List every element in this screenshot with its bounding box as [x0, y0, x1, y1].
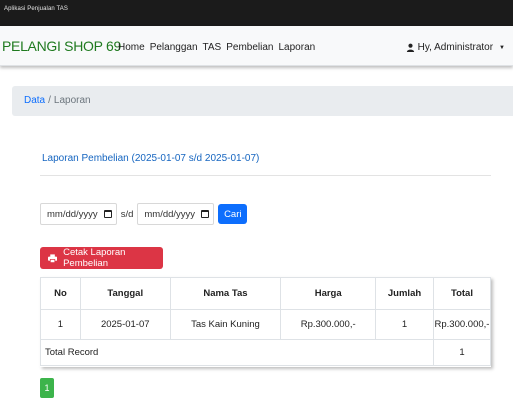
cell-jumlah: 1	[375, 309, 434, 340]
date-filter: mm/dd/yyyy s/d mm/dd/yyyy Cari	[40, 203, 248, 225]
date-range-separator: s/d	[120, 208, 134, 220]
report-title: Laporan Pembelian (2025-01-07 s/d 2025-0…	[42, 153, 260, 164]
navbar: PELANGI SHOP 69 Home Pelanggan TAS Pembe…	[0, 26, 513, 66]
search-button[interactable]: Cari	[218, 204, 248, 224]
print-report-button[interactable]: Cetak Laporan Pembelian	[40, 247, 163, 269]
header-tanggal: Tanggal	[79, 277, 171, 310]
breadcrumb-separator: /	[48, 95, 51, 106]
cell-nama-tas: Tas Kain Kuning	[169, 309, 282, 340]
pagination-page-1[interactable]: 1	[40, 378, 54, 398]
nav-item-tas[interactable]: TAS	[203, 42, 222, 53]
end-date-input[interactable]: mm/dd/yyyy	[137, 203, 215, 225]
breadcrumb-link-data[interactable]: Data	[24, 95, 45, 106]
start-date-placeholder: mm/dd/yyyy	[47, 208, 98, 220]
caret-down-icon: ▼	[499, 44, 505, 51]
header-total: Total	[432, 277, 492, 310]
table-total-row: Total Record 1	[40, 339, 492, 366]
breadcrumb-current: Laporan	[53, 95, 91, 106]
cell-no: 1	[40, 309, 81, 340]
nav-menu: Home Pelanggan TAS Pembelian Laporan	[118, 42, 315, 53]
nav-item-pembelian[interactable]: Pembelian	[226, 42, 273, 53]
window-title: Aplikasi Penjualan TAS	[4, 6, 69, 12]
table-row: 1 2025-01-07 Tas Kain Kuning Rp.300.000,…	[40, 309, 492, 340]
calendar-icon[interactable]	[103, 210, 112, 218]
header-jumlah: Jumlah	[375, 277, 434, 310]
cell-total: Rp.300.000,-	[432, 309, 492, 340]
user-menu[interactable]: Hy, Administrator ▼	[406, 42, 505, 53]
nav-item-laporan[interactable]: Laporan	[279, 42, 316, 53]
user-icon	[406, 43, 414, 52]
cell-tanggal: 2025-01-07	[79, 309, 171, 340]
header-no: No	[40, 277, 81, 310]
total-record-value: 1	[432, 339, 492, 366]
print-report-label: Cetak Laporan Pembelian	[63, 247, 126, 269]
user-name: Hy, Administrator	[417, 42, 494, 53]
header-nama-tas: Nama Tas	[169, 277, 282, 310]
start-date-input[interactable]: mm/dd/yyyy	[40, 203, 117, 225]
nav-item-pelanggan[interactable]: Pelanggan	[150, 42, 198, 53]
window-titlebar: Aplikasi Penjualan TAS	[0, 0, 513, 26]
divider	[40, 175, 491, 176]
end-date-placeholder: mm/dd/yyyy	[144, 208, 196, 220]
print-icon	[48, 253, 58, 263]
table-header-row: No Tanggal Nama Tas Harga Jumlah Total	[40, 277, 492, 310]
nav-item-home[interactable]: Home	[118, 42, 145, 53]
total-record-label: Total Record	[40, 339, 434, 366]
report-table: No Tanggal Nama Tas Harga Jumlah Total 1…	[40, 277, 492, 366]
header-harga: Harga	[280, 277, 377, 310]
calendar-icon[interactable]	[201, 210, 210, 218]
brand-logo[interactable]: PELANGI SHOP 69	[2, 38, 121, 54]
breadcrumb: Data / Laporan	[12, 86, 513, 116]
cell-harga: Rp.300.000,-	[280, 309, 377, 340]
